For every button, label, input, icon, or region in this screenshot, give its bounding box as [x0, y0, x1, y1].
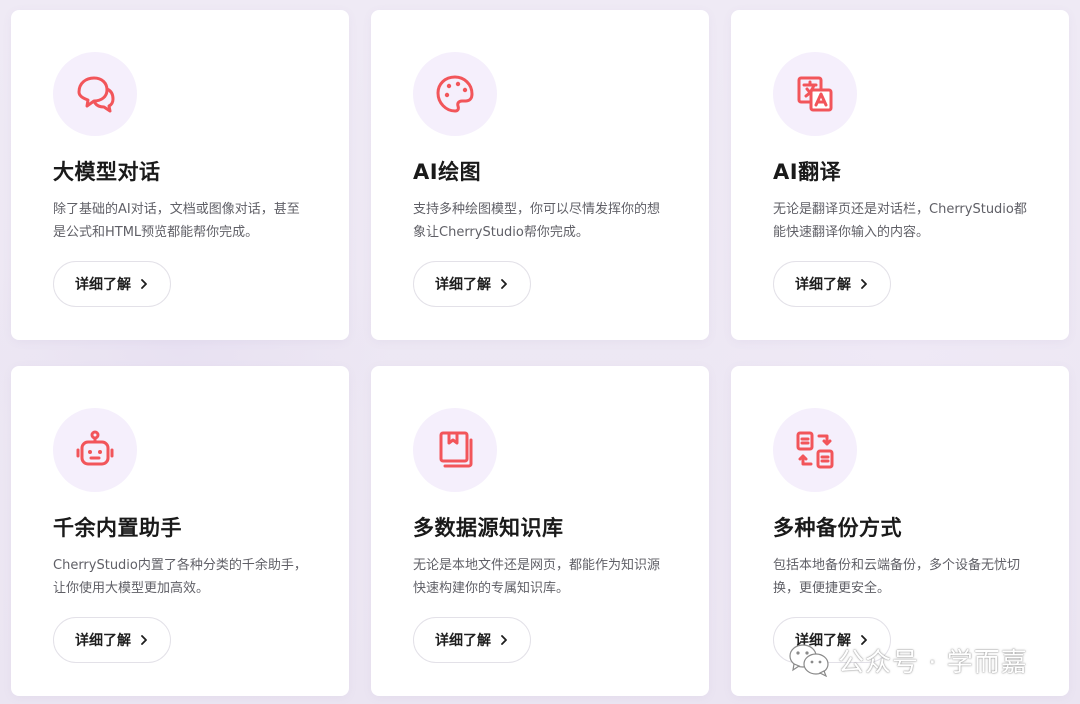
- robot-icon: [76, 430, 114, 466]
- translate-icon: [797, 76, 833, 112]
- card-description-line: 是公式和HTML预览都能帮你完成。: [53, 225, 259, 240]
- feature-grid: 大模型对话 除了基础的AI对话，文档或图像对话，甚至 是公式和HTML预览都能帮…: [0, 0, 1080, 704]
- card-title: 多数据源知识库: [413, 516, 564, 540]
- card-description-line: 快速构建你的专属知识库。: [413, 581, 570, 596]
- card-description-line: 无论是翻译页还是对话栏，CherryStudio都: [773, 202, 1027, 217]
- icon-badge: [53, 52, 137, 136]
- card-description-line: CherryStudio内置了各种分类的千余助手，: [53, 558, 307, 573]
- learn-more-button[interactable]: 详细了解: [413, 617, 531, 663]
- learn-more-button[interactable]: 详细了解: [773, 261, 891, 307]
- card-description-line: 除了基础的AI对话，文档或图像对话，甚至: [53, 202, 300, 217]
- learn-more-label: 详细了解: [75, 277, 131, 293]
- card-description-line: 让你使用大模型更加高效。: [53, 581, 210, 596]
- learn-more-label: 详细了解: [435, 633, 491, 649]
- learn-more-label: 详细了解: [75, 633, 131, 649]
- watermark-text: 公众号 · 学而嘉: [838, 647, 1028, 678]
- card-title: AI翻译: [773, 160, 842, 184]
- card-description: 除了基础的AI对话，文档或图像对话，甚至 是公式和HTML预览都能帮你完成。: [53, 198, 317, 244]
- card-description-line: 换，更便捷更安全。: [773, 581, 891, 596]
- card-title: AI绘图: [413, 160, 482, 184]
- learn-more-button[interactable]: 详细了解: [53, 617, 171, 663]
- card-description-line: 支持多种绘图模型，你可以尽情发挥你的想: [413, 202, 661, 217]
- chevron-right-icon: [861, 279, 867, 289]
- chevron-right-icon: [501, 635, 507, 645]
- icon-badge: [53, 408, 137, 492]
- book-stack-icon: [439, 431, 473, 468]
- card-description: 无论是本地文件还是网页，都能作为知识源 快速构建你的专属知识库。: [413, 554, 677, 600]
- card-description-line: 象让CherryStudio帮你完成。: [413, 225, 589, 240]
- feature-card-chat: 大模型对话 除了基础的AI对话，文档或图像对话，甚至 是公式和HTML预览都能帮…: [11, 10, 349, 340]
- card-description: 无论是翻译页还是对话栏，CherryStudio都 能快速翻译你输入的内容。: [773, 198, 1037, 244]
- chevron-right-icon: [141, 635, 147, 645]
- wechat-icon: [789, 644, 829, 677]
- feature-card-assistants: 千余内置助手 CherryStudio内置了各种分类的千余助手， 让你使用大模型…: [11, 366, 349, 696]
- card-title: 多种备份方式: [773, 516, 902, 540]
- card-title: 千余内置助手: [53, 516, 182, 540]
- feature-card-translate: AI翻译 无论是翻译页还是对话栏，CherryStudio都 能快速翻译你输入的…: [731, 10, 1069, 340]
- palette-icon: [436, 75, 474, 113]
- card-description-line: 能快速翻译你输入的内容。: [773, 225, 930, 240]
- feature-card-knowledge-base: 多数据源知识库 无论是本地文件还是网页，都能作为知识源 快速构建你的专属知识库。…: [371, 366, 709, 696]
- watermark: 公众号 · 学而嘉: [788, 640, 1028, 680]
- card-description: CherryStudio内置了各种分类的千余助手， 让你使用大模型更加高效。: [53, 554, 317, 600]
- chevron-right-icon: [501, 279, 507, 289]
- feature-card-drawing: AI绘图 支持多种绘图模型，你可以尽情发挥你的想 象让CherryStudio帮…: [371, 10, 709, 340]
- card-description-line: 包括本地备份和云端备份，多个设备无忧切: [773, 558, 1021, 573]
- chat-bubbles-icon: [77, 76, 115, 113]
- learn-more-button[interactable]: 详细了解: [53, 261, 171, 307]
- learn-more-label: 详细了解: [795, 277, 851, 293]
- icon-badge: [773, 52, 857, 136]
- card-description-line: 无论是本地文件还是网页，都能作为知识源: [413, 558, 661, 573]
- learn-more-label: 详细了解: [435, 277, 491, 293]
- card-description: 包括本地备份和云端备份，多个设备无忧切 换，更便捷更安全。: [773, 554, 1037, 600]
- backup-sync-icon: [796, 431, 834, 469]
- chevron-right-icon: [141, 279, 147, 289]
- learn-more-button[interactable]: 详细了解: [413, 261, 531, 307]
- card-title: 大模型对话: [53, 160, 161, 184]
- icon-badge: [773, 408, 857, 492]
- icon-badge: [413, 408, 497, 492]
- icon-badge: [413, 52, 497, 136]
- card-description: 支持多种绘图模型，你可以尽情发挥你的想 象让CherryStudio帮你完成。: [413, 198, 677, 244]
